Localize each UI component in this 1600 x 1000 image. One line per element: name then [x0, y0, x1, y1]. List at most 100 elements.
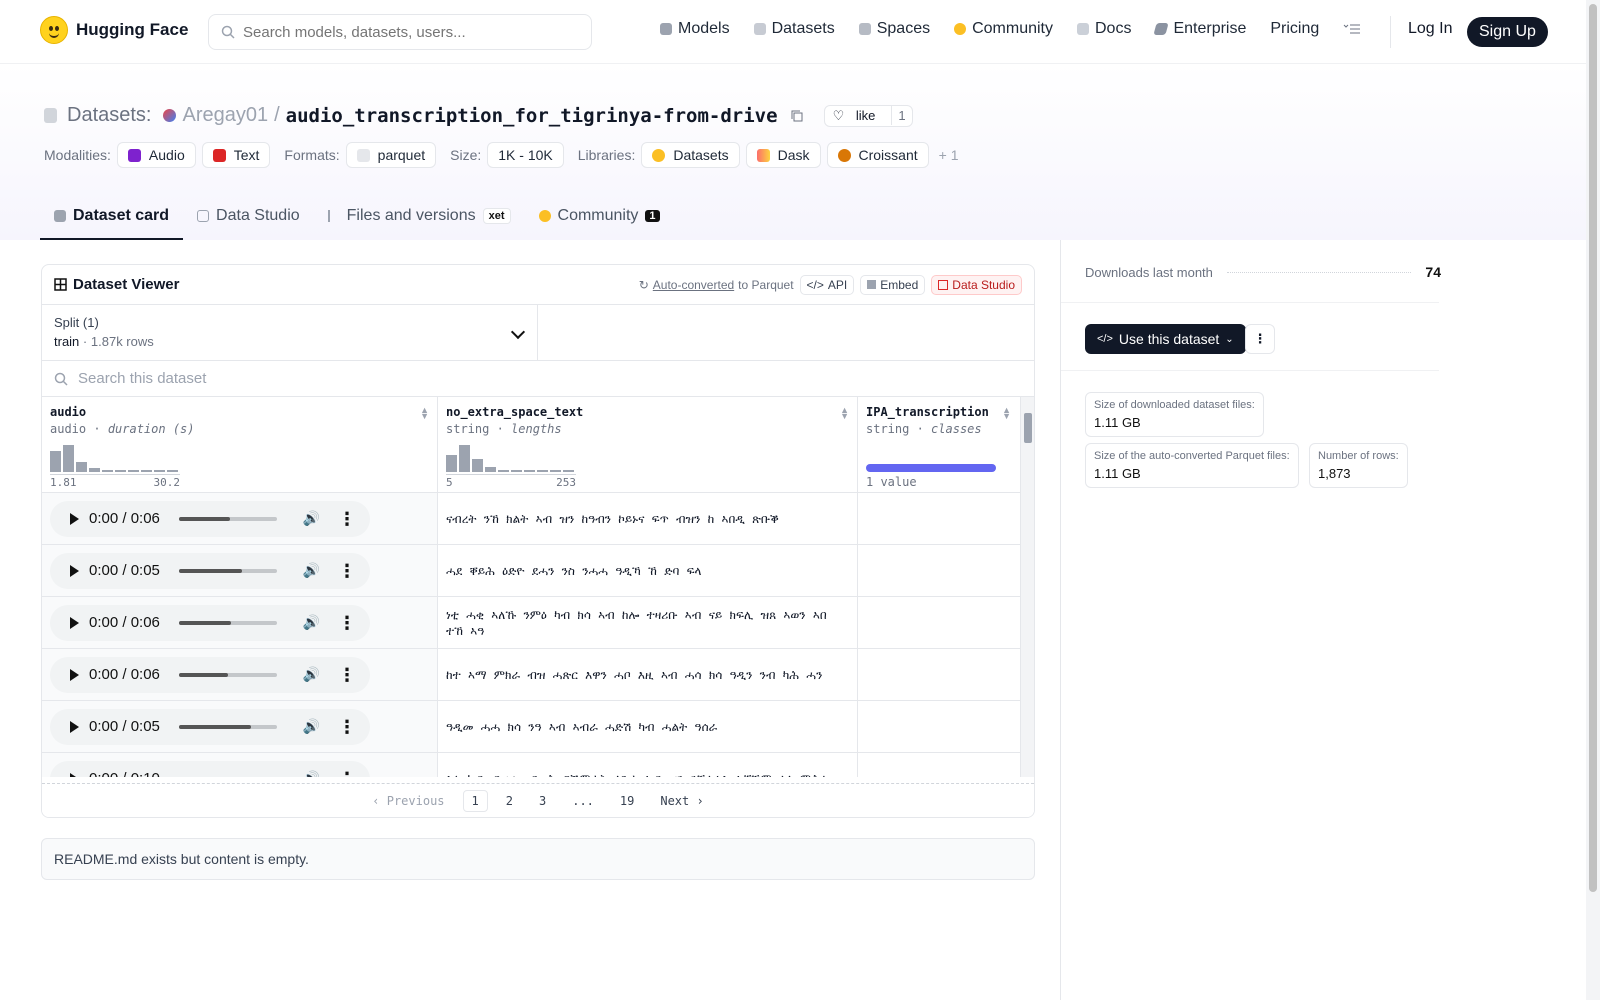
nav-datasets[interactable]: Datasets	[753, 20, 835, 38]
audio-player[interactable]: 0:00 / 0:06 🔊 ⋮	[50, 500, 370, 537]
data-studio-button[interactable]: Data Studio	[931, 274, 1022, 295]
histogram-bar[interactable]	[446, 455, 457, 472]
histogram-bar[interactable]	[128, 470, 139, 472]
signup-button[interactable]: Sign Up	[1467, 17, 1548, 47]
tag-size[interactable]: 1K - 10K	[487, 142, 564, 168]
histogram-bar[interactable]	[524, 470, 535, 472]
page-scrollbar-thumb[interactable]	[1589, 4, 1597, 892]
page-scrollbar[interactable]	[1586, 0, 1600, 1000]
tag-text[interactable]: Text	[201, 142, 271, 168]
column-header-ipa[interactable]: IPA_transcription string · classes ▲ ▼ 1 …	[858, 397, 1034, 492]
audio-player[interactable]: 0:00 / 0:05 🔊 ⋮	[50, 552, 370, 589]
volume-icon[interactable]: 🔊	[303, 666, 320, 683]
nav-enterprise[interactable]: Enterprise	[1153, 20, 1246, 38]
grid-scrollbar[interactable]	[1020, 397, 1034, 777]
tag-audio[interactable]: Audio	[116, 142, 196, 168]
play-icon[interactable]	[70, 616, 79, 629]
ipa-cell[interactable]	[858, 545, 1034, 596]
histogram-bar[interactable]	[498, 470, 509, 472]
audio-progress[interactable]	[179, 724, 277, 729]
nav-pricing[interactable]: Pricing	[1270, 20, 1319, 38]
auto-converted-link[interactable]: Auto-converted	[653, 278, 734, 292]
volume-icon[interactable]: 🔊	[303, 510, 320, 527]
audio-player[interactable]: 0:00 / 0:06 🔊 ⋮	[50, 604, 370, 641]
histogram-bar[interactable]	[563, 470, 574, 472]
table-row[interactable]: 0:00 / 0:06 🔊 ⋮ ነቲ ሓቂ ኣለኹ ንምዕ ካብ ክሳ ኣብ ከሎ ተ…	[42, 597, 1034, 649]
sort-icon[interactable]: ▲ ▼	[1002, 406, 1011, 421]
nav-spaces[interactable]: Spaces	[858, 20, 930, 38]
sort-icon[interactable]: ▲ ▼	[840, 406, 849, 421]
embed-button[interactable]: Embed	[860, 274, 926, 295]
more-vertical-icon[interactable]: ⋮	[338, 718, 356, 736]
more-vertical-icon[interactable]: ⋮	[338, 666, 356, 684]
breadcrumb-user[interactable]: Aregay01	[182, 104, 268, 127]
use-dataset-button[interactable]: </> Use this dataset ⌄	[1085, 324, 1246, 354]
play-icon[interactable]	[70, 512, 79, 525]
dataset-search[interactable]: Search this dataset	[42, 361, 1034, 397]
audio-player[interactable]: 0:00 / 0:10 🔊 ⋮	[50, 760, 370, 777]
copy-icon[interactable]	[790, 109, 804, 123]
repo-name[interactable]: audio_transcription_for_tigrinya-from-dr…	[286, 105, 778, 127]
histogram-bar[interactable]	[537, 470, 548, 472]
volume-icon[interactable]: 🔊	[303, 614, 320, 631]
ipa-cell[interactable]	[858, 701, 1034, 752]
tag-croissant[interactable]: Croissant	[826, 142, 929, 168]
ipa-cell[interactable]	[858, 597, 1034, 648]
histogram-bar[interactable]	[76, 462, 87, 472]
pager-page-19[interactable]: 19	[612, 791, 642, 811]
ipa-cell[interactable]	[858, 753, 1034, 777]
column-header-audio[interactable]: audio audio · duration (s) ▲ ▼ 1.81 30.2	[42, 397, 438, 492]
audio-progress[interactable]	[179, 672, 277, 677]
histogram-bar[interactable]	[63, 445, 74, 472]
histogram-bar[interactable]	[167, 470, 178, 472]
histogram-bar[interactable]	[485, 467, 496, 472]
like-button[interactable]: ♡ like 1	[823, 104, 913, 127]
breadcrumb-section[interactable]: Datasets:	[67, 104, 151, 127]
histogram-bar[interactable]	[511, 470, 522, 472]
table-row[interactable]: 0:00 / 0:06 🔊 ⋮ ከተ ኣማ ምክራ ብዝ ሓጽር እዋን ሓቦ እዚ …	[42, 649, 1034, 701]
histogram-bar[interactable]	[550, 470, 561, 472]
more-vertical-icon[interactable]: ⋮	[338, 614, 356, 632]
text-cell[interactable]: ሓደ ቐይሕ ዕድዮ ደሓን ንስ ንሓሓ ዓዲኻ ኸ ድባ ፍላ	[438, 545, 858, 596]
volume-icon[interactable]: 🔊	[303, 718, 320, 735]
login-link[interactable]: Log In	[1408, 20, 1452, 38]
volume-icon[interactable]: 🔊	[303, 562, 320, 579]
histogram-bar[interactable]	[154, 470, 165, 472]
text-cell[interactable]: ዓዲመ ሓሓ ክሳ ንዓ ኣብ ኣብራ ሓድሽ ካብ ሓልት ዓሰራ	[438, 701, 858, 752]
histogram-bar[interactable]	[459, 445, 470, 472]
text-cell[interactable]: ናብረት ንኸ ክልት ኣብ ዝን ከዓብን ኮይኑና ፍጥ ብዝን ከ ኣበዲ…	[438, 493, 858, 544]
brand-logo[interactable]: Hugging Face	[40, 16, 188, 44]
more-vertical-icon[interactable]: ⋮	[338, 562, 356, 580]
histogram-bar[interactable]	[115, 470, 126, 472]
nav-models[interactable]: Models	[660, 20, 730, 38]
text-cell[interactable]: ነቲ ሓቂ ኣለኹ ንምዕ ካብ ክሳ ኣብ ከሎ ተዛሪቡ ኣብ ናይ ክፍሊ…	[438, 597, 858, 648]
column-header-text[interactable]: no_extra_space_text string · lengths ▲ ▼ …	[438, 397, 858, 492]
audio-player[interactable]: 0:00 / 0:05 🔊 ⋮	[50, 708, 370, 745]
tab-dataset-card[interactable]: Dataset card	[40, 194, 184, 240]
audio-progress[interactable]	[179, 516, 277, 521]
tag-parquet[interactable]: parquet	[345, 142, 437, 168]
audio-progress[interactable]	[179, 568, 277, 573]
play-icon[interactable]	[70, 772, 79, 777]
nav-more-menu[interactable]	[1343, 23, 1361, 35]
nav-community[interactable]: Community	[954, 20, 1053, 38]
table-row[interactable]: 0:00 / 0:05 🔊 ⋮ ዓዲመ ሓሓ ክሳ ንዓ ኣብ ኣብራ ሓድሽ ካብ …	[42, 701, 1034, 753]
play-icon[interactable]	[70, 564, 79, 577]
table-row[interactable]: 0:00 / 0:06 🔊 ⋮ ናብረት ንኸ ክልት ኣብ ዝን ከዓብን ኮይኑና…	[42, 493, 1034, 545]
play-icon[interactable]	[70, 720, 79, 733]
ipa-cell[interactable]	[858, 649, 1034, 700]
global-search[interactable]	[208, 14, 592, 50]
tag-datasets-lib[interactable]: Datasets	[641, 142, 740, 168]
more-options-button[interactable]: ⋮	[1245, 324, 1275, 354]
tab-community[interactable]: Community 1	[525, 194, 674, 240]
pager-page-2[interactable]: 2	[498, 791, 521, 811]
tag-dask[interactable]: Dask	[745, 142, 821, 168]
volume-icon[interactable]: 🔊	[303, 770, 320, 777]
histogram-bar[interactable]	[472, 459, 483, 472]
histogram-bar[interactable]	[50, 451, 61, 472]
text-cell[interactable]: ስለ ካብ ብዝሒ ብዙሕ ዓቕምታት ዕዮታ ኣብ ዝን ንኽልቲእ ኣጆኽም…	[438, 753, 858, 777]
pager-previous[interactable]: ‹ Previous	[364, 791, 452, 811]
audio-player[interactable]: 0:00 / 0:06 🔊 ⋮	[50, 656, 370, 693]
pager-page-3[interactable]: 3	[531, 791, 554, 811]
text-cell[interactable]: ከተ ኣማ ምክራ ብዝ ሓጽር እዋን ሓቦ እዚ ኣብ ሓሳ ክሳ ዓዲን …	[438, 649, 858, 700]
